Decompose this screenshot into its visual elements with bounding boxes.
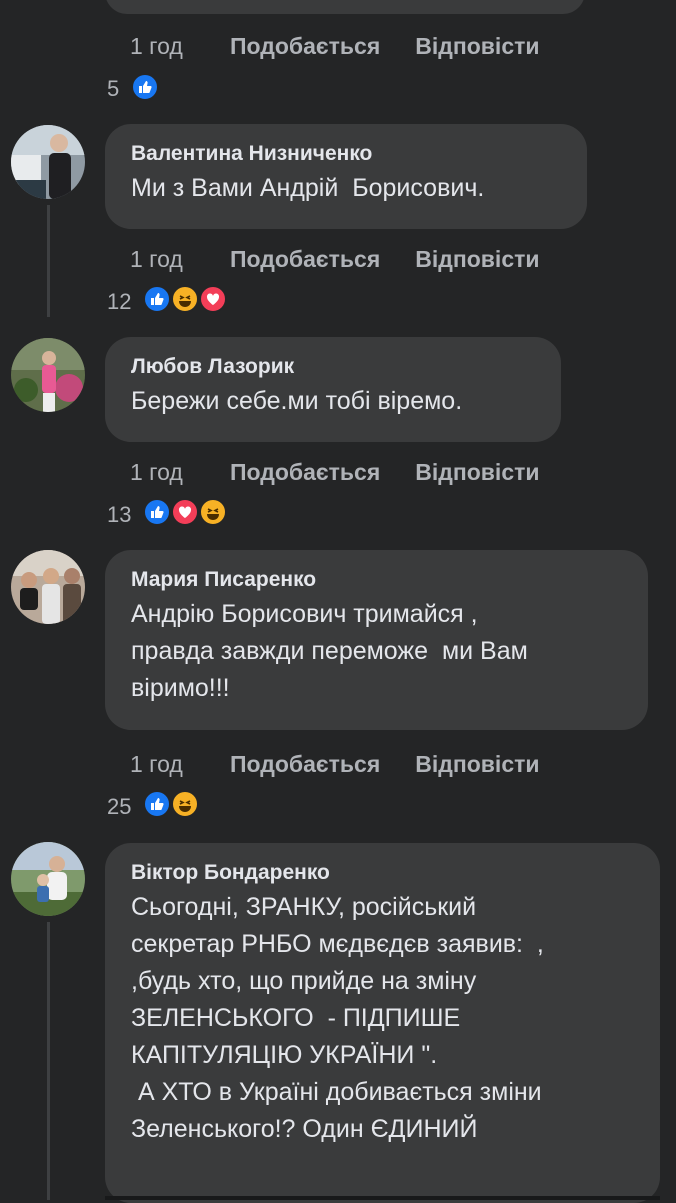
like-reaction-icon	[143, 498, 171, 526]
avatar[interactable]	[11, 125, 85, 199]
reaction-count[interactable]: 5	[107, 76, 119, 102]
like-button[interactable]: Подобається	[230, 459, 380, 486]
like-reaction-icon	[131, 73, 159, 101]
comment-bubble-partial	[105, 0, 585, 14]
avatar[interactable]	[11, 550, 85, 624]
like-button[interactable]: Подобається	[230, 33, 380, 60]
comment-bubble: Мария Писаренко Андрію Борисович тримайс…	[105, 550, 648, 730]
reaction-count[interactable]: 13	[107, 502, 131, 528]
comment-time[interactable]: 1 год	[130, 459, 230, 486]
like-reaction-icon	[143, 790, 171, 818]
comment-actions: 1 год Подобається Відповісти	[130, 751, 575, 778]
comment-bubble: Любов Лазорик Бережи себе.ми тобі віремо…	[105, 337, 561, 442]
haha-reaction-icon	[199, 498, 227, 526]
reply-button[interactable]: Відповісти	[415, 33, 539, 60]
comment-actions: 1 год Подобається Відповісти	[130, 459, 575, 486]
comment-actions: 1 год Подобається Відповісти	[130, 33, 575, 60]
comment-author[interactable]: Віктор Бондаренко	[131, 861, 660, 885]
comment-time[interactable]: 1 год	[130, 751, 230, 778]
comment-time[interactable]: 1 год	[130, 33, 230, 60]
reaction-count[interactable]: 25	[107, 794, 131, 820]
comment-text: Бережи себе.ми тобі віремо.	[131, 387, 463, 415]
comment-time[interactable]: 1 год	[130, 246, 230, 273]
comment-author[interactable]: Мария Писаренко	[131, 568, 648, 592]
haha-reaction-icon	[171, 790, 199, 818]
comment-bubble: Валентина Низниченко Ми з Вами Андрій Бо…	[105, 124, 587, 229]
reply-button[interactable]: Відповісти	[415, 751, 539, 778]
avatar[interactable]	[11, 338, 85, 412]
like-reaction-icon	[143, 285, 171, 313]
bottom-divider	[105, 1196, 660, 1200]
comment-text: Сьогодні, ЗРАНКУ, російський секретар РН…	[131, 893, 544, 1143]
love-reaction-icon	[171, 498, 199, 526]
haha-reaction-icon	[171, 285, 199, 313]
thread-line	[47, 205, 50, 317]
thread-line	[47, 922, 50, 1200]
reply-button[interactable]: Відповісти	[415, 459, 539, 486]
comment-author[interactable]: Валентина Низниченко	[131, 142, 587, 166]
comment-bubble: Віктор Бондаренко Сьогодні, ЗРАНКУ, росі…	[105, 843, 660, 1203]
comment-actions: 1 год Подобається Відповісти	[130, 246, 575, 273]
reply-button[interactable]: Відповісти	[415, 246, 539, 273]
comment-text: Андрію Борисович тримайся , правда завжд…	[131, 600, 528, 702]
reaction-count[interactable]: 12	[107, 289, 131, 315]
like-button[interactable]: Подобається	[230, 751, 380, 778]
avatar[interactable]	[11, 842, 85, 916]
love-reaction-icon	[199, 285, 227, 313]
like-button[interactable]: Подобається	[230, 246, 380, 273]
comment-author[interactable]: Любов Лазорик	[131, 355, 561, 379]
comment-text: Ми з Вами Андрій Борисович.	[131, 174, 485, 202]
